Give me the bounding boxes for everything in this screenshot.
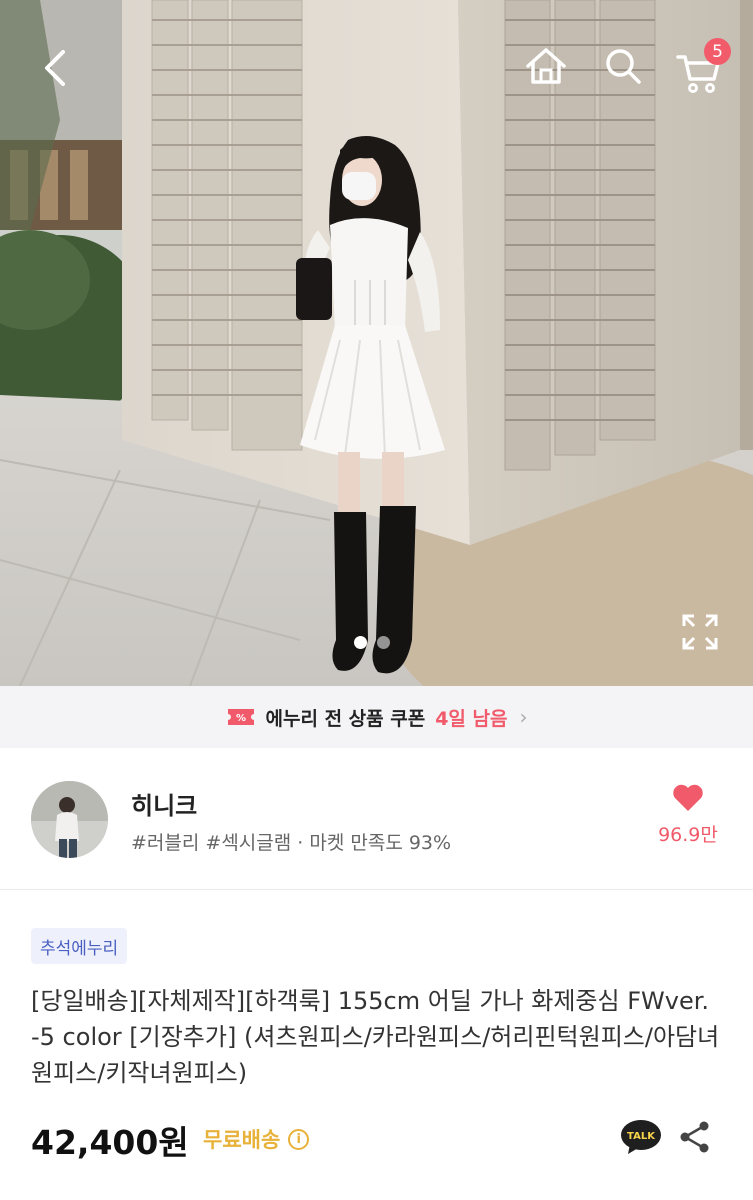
talk-label: TALK [627, 1131, 656, 1142]
back-button[interactable] [28, 42, 80, 94]
shop-name[interactable]: 히니크 [131, 786, 197, 821]
home-button[interactable] [520, 40, 572, 92]
gallery-dot[interactable] [377, 636, 390, 649]
shop-info: 히니크 #러블리 #섹시글램 · 마켓 만족도 93% 96.9만 [0, 748, 753, 890]
chevron-right-icon: › [519, 705, 528, 729]
product-price: 42,400원 [31, 1123, 189, 1162]
expand-icon [682, 614, 718, 650]
shop-avatar[interactable] [31, 781, 108, 858]
coupon-text: 에누리 전 상품 쿠폰 [265, 707, 426, 730]
cart-count-badge: 5 [704, 38, 731, 65]
coupon-remaining: 4일 남음 [435, 707, 508, 730]
gallery-dot-active[interactable] [354, 636, 367, 649]
expand-button[interactable] [680, 612, 720, 652]
info-icon[interactable]: i [288, 1128, 310, 1150]
shipping-info: 무료배송 i [203, 1124, 310, 1154]
chevron-left-icon [45, 50, 65, 86]
product-photo [0, 0, 753, 686]
product-image-gallery[interactable]: 5 [0, 0, 753, 686]
coupon-icon: % [227, 709, 254, 725]
share-button[interactable] [678, 1120, 712, 1154]
shop-tags: #러블리 #섹시글램 · 마켓 만족도 93% [131, 832, 452, 854]
gallery-pagination [354, 636, 390, 649]
share-icon [680, 1121, 709, 1153]
heart-icon [673, 784, 703, 811]
svg-text:%: % [236, 713, 246, 724]
cart-button[interactable]: 5 [673, 38, 733, 96]
like-button[interactable]: 96.9만 [648, 784, 728, 847]
like-count: 96.9만 [658, 824, 718, 846]
talk-icon: TALK [621, 1120, 661, 1154]
home-icon [526, 48, 566, 84]
search-button[interactable] [597, 40, 649, 92]
product-title: [당일배송][자체제작][하객룩] 155cm 어딜 가나 화제중심 FWver… [31, 987, 720, 1087]
kakao-talk-button[interactable]: TALK [620, 1118, 662, 1156]
event-badge: 추석에누리 [31, 928, 128, 964]
shipping-label: 무료배송 [203, 1128, 281, 1152]
search-icon [606, 49, 641, 84]
coupon-banner[interactable]: % 에누리 전 상품 쿠폰 4일 남음 › [0, 686, 753, 748]
avatar-image [31, 781, 108, 858]
